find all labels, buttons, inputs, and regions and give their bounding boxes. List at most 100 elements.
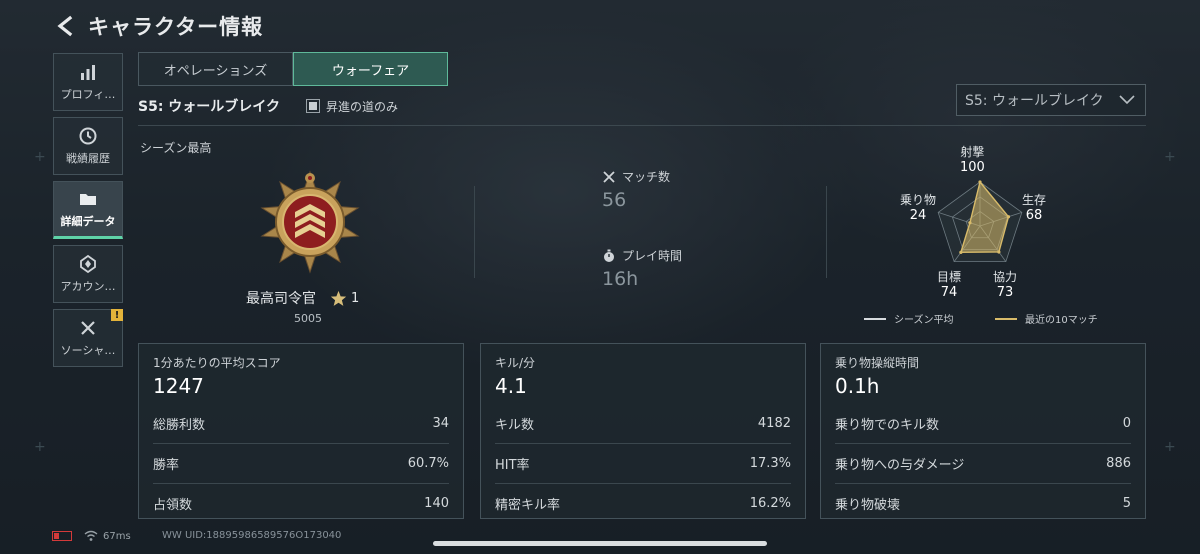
season-row: S5: ウォールブレイク 昇進の道のみ bbox=[138, 96, 398, 116]
panel-head: 乗り物操縦時間 bbox=[835, 356, 920, 370]
mode-tabs: オペレーションズ ウォーフェア bbox=[138, 52, 448, 86]
stat-value: 886 bbox=[1106, 456, 1131, 471]
radar-point bbox=[978, 180, 982, 184]
season-select[interactable]: S5: ウォールブレイク bbox=[956, 84, 1146, 116]
radar-point bbox=[968, 221, 972, 225]
kills-panel: キル/分 4.1 キル数 4182 HIT率 17.3% 精密キル率 16.2% bbox=[480, 343, 806, 519]
nav-label: プロフィ… bbox=[60, 88, 116, 101]
radar-axis-cooperation: 協力 73 bbox=[993, 270, 1017, 300]
legend-label: シーズン平均 bbox=[894, 315, 954, 326]
divider bbox=[138, 125, 1146, 126]
radar-axis-survival: 生存 68 bbox=[1022, 193, 1046, 223]
stat-label: HIT率 bbox=[495, 458, 530, 473]
stat-value: 16.2% bbox=[749, 496, 791, 511]
panel-big-value: 4.1 bbox=[495, 374, 527, 398]
nav-label: アカウン… bbox=[60, 280, 116, 293]
matches-value: 56 bbox=[602, 189, 627, 211]
radar-axis-value: 100 bbox=[960, 160, 985, 175]
promotion-only-checkbox[interactable] bbox=[306, 99, 321, 113]
rank-star-count: 1 bbox=[351, 290, 360, 306]
home-indicator[interactable] bbox=[433, 541, 767, 546]
stat-row: HIT率 17.3% bbox=[495, 443, 791, 483]
stat-value: 5 bbox=[1122, 496, 1131, 511]
tab-operations[interactable]: オペレーションズ bbox=[138, 52, 293, 86]
crosshair-decor: + bbox=[34, 439, 46, 455]
radar-axis-name: 協力 bbox=[993, 270, 1018, 284]
vehicle-panel: 乗り物操縦時間 0.1h 乗り物でのキル数 0 乗り物への与ダメージ 886 乗り物… bbox=[820, 343, 1146, 519]
panel-head: 1分あたりの平均スコア bbox=[153, 356, 281, 370]
stopwatch-icon bbox=[604, 249, 614, 262]
stat-label: 乗り物破壊 bbox=[835, 498, 901, 513]
matches-label: マッチ数 bbox=[622, 170, 671, 184]
star-icon bbox=[330, 290, 347, 306]
stat-row: 乗り物への与ダメージ 886 bbox=[835, 443, 1131, 483]
divider bbox=[474, 186, 475, 278]
crossed-swords-icon bbox=[603, 170, 615, 183]
checkbox-mark bbox=[309, 102, 318, 110]
matches-label-row: マッチ数 bbox=[602, 168, 670, 185]
playtime-label-row: プレイ時間 bbox=[602, 247, 682, 264]
status-bar: 67ms bbox=[52, 530, 131, 542]
battery-icon bbox=[52, 531, 72, 541]
stat-value: 60.7% bbox=[407, 456, 449, 471]
nav-label: 詳細データ bbox=[60, 215, 116, 228]
rank-points: 5005 bbox=[294, 312, 322, 325]
checkbox-label: 昇進の道のみ bbox=[326, 99, 399, 114]
radar-point bbox=[959, 250, 963, 254]
stat-value: 34 bbox=[432, 415, 449, 431]
stat-value: 17.3% bbox=[749, 456, 791, 471]
ping-text: 67ms bbox=[103, 530, 131, 542]
radar-point bbox=[1006, 215, 1011, 219]
matches-stat: マッチ数 56 bbox=[602, 168, 670, 211]
tab-warfare[interactable]: ウォーフェア bbox=[293, 52, 448, 86]
crosshair-decor: + bbox=[1164, 439, 1176, 455]
legend-recent-10: 最近の10マッチ bbox=[995, 311, 1098, 326]
radar-axis-shooting: 射撃 100 bbox=[960, 145, 985, 175]
stat-row: 勝率 60.7% bbox=[153, 443, 449, 483]
wifi-icon bbox=[84, 530, 98, 541]
stat-label: 総勝利数 bbox=[153, 417, 206, 433]
back-arrow-icon[interactable] bbox=[54, 15, 76, 37]
rank-emblem-icon bbox=[260, 170, 360, 274]
panel-rows: 総勝利数 34 勝率 60.7% 占領数 140 bbox=[153, 403, 449, 523]
header: キャラクター情報 bbox=[54, 8, 263, 44]
chevron-down-icon bbox=[1119, 95, 1135, 105]
nav-label: 戦績履歴 bbox=[66, 152, 110, 165]
rank-row: 最高司令官 1 bbox=[246, 288, 359, 308]
stat-row: 乗り物破壊 5 bbox=[835, 483, 1131, 523]
nav-item-history[interactable]: 戦績履歴 bbox=[53, 117, 123, 175]
legend-label: 最近の10マッチ bbox=[1025, 315, 1098, 326]
stat-value: 0 bbox=[1122, 415, 1131, 431]
tools-icon bbox=[81, 321, 95, 335]
stat-row: 乗り物でのキル数 0 bbox=[835, 403, 1131, 443]
alert-badge: ! bbox=[111, 309, 123, 321]
nav-item-account[interactable]: アカウン… bbox=[53, 245, 123, 303]
score-panel: 1分あたりの平均スコア 1247 総勝利数 34 勝率 60.7% 占領数 140 bbox=[138, 343, 464, 519]
divider bbox=[826, 186, 827, 278]
side-nav: プロフィ… 戦績履歴 詳細データ アカウン… ソーシャ… ! bbox=[53, 53, 123, 373]
nav-item-social[interactable]: ソーシャ… ! bbox=[53, 309, 123, 367]
uid-text: WW UID:18895986589576O173040 bbox=[162, 530, 342, 541]
radar-axis-name: 射撃 bbox=[960, 145, 985, 159]
stat-row: 総勝利数 34 bbox=[153, 403, 449, 443]
radar-point bbox=[997, 250, 1001, 254]
stat-label: 精密キル率 bbox=[495, 498, 561, 513]
radar-axis-value: 73 bbox=[996, 285, 1014, 300]
stat-row: キル数 4182 bbox=[495, 403, 791, 443]
history-icon bbox=[79, 127, 97, 145]
stat-value: 140 bbox=[424, 496, 449, 511]
panel-big-value: 0.1h bbox=[835, 374, 880, 398]
stat-label: 勝率 bbox=[153, 458, 180, 473]
radar-axis-value: 74 bbox=[940, 285, 958, 300]
stat-label: 乗り物でのキル数 bbox=[835, 417, 940, 433]
crosshair-decor: + bbox=[1164, 149, 1176, 165]
radar-axis-value: 68 bbox=[1025, 208, 1043, 223]
nav-item-profile[interactable]: プロフィ… bbox=[53, 53, 123, 111]
season-best-title: シーズン最高 bbox=[140, 141, 212, 155]
playtime-label: プレイ時間 bbox=[622, 249, 683, 263]
stat-label: キル数 bbox=[495, 417, 535, 433]
nav-item-detail-data[interactable]: 詳細データ bbox=[53, 181, 123, 239]
legend-swatch bbox=[864, 317, 886, 320]
rank-name: 最高司令官 bbox=[246, 291, 316, 307]
bar-chart-icon bbox=[81, 65, 95, 80]
